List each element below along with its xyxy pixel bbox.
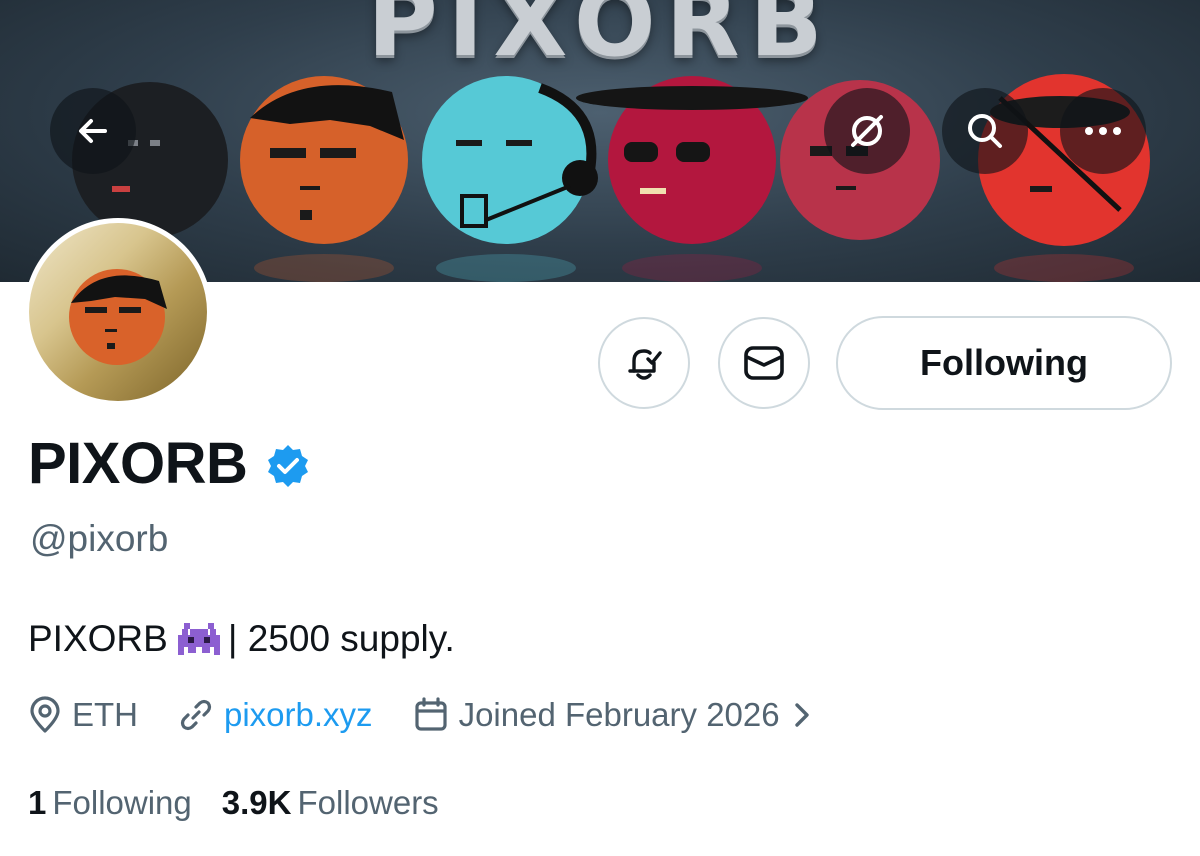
bio-text-prefix: PIXORB	[28, 618, 168, 659]
message-button[interactable]	[718, 317, 810, 409]
profile-meta-row: ETH pixorb.xyz Joined February 2026	[28, 696, 862, 734]
link-icon	[180, 699, 212, 731]
following-label: Following	[52, 784, 192, 821]
display-name: PIXORB	[28, 431, 248, 496]
chevron-right-icon	[794, 703, 809, 727]
followers-count: 3.9K	[221, 784, 292, 821]
alien-monster-emoji-icon	[177, 623, 220, 655]
followers-stat[interactable]: 3.9K Followers	[222, 784, 439, 822]
location-item: ETH	[28, 696, 138, 734]
website-item[interactable]: pixorb.xyz	[178, 696, 373, 734]
name-row: PIXORB	[28, 430, 311, 497]
location-pin-icon	[30, 696, 60, 733]
verified-badge-icon[interactable]	[265, 443, 311, 489]
profile-avatar[interactable]	[24, 218, 212, 406]
following-button[interactable]: Following	[836, 316, 1172, 410]
following-count: 1	[28, 784, 47, 821]
following-stat[interactable]: 1 Following	[28, 784, 192, 822]
joined-text: Joined February 2026	[458, 696, 780, 733]
joined-item[interactable]: Joined February 2026	[413, 696, 822, 734]
notifications-button[interactable]	[598, 317, 690, 409]
search-icon	[968, 114, 1002, 148]
avatar-image	[29, 223, 207, 401]
more-horizontal-icon	[1085, 127, 1121, 135]
back-button[interactable]	[50, 88, 136, 174]
envelope-icon	[744, 346, 784, 380]
grok-button[interactable]	[824, 88, 910, 174]
follow-stats: 1 Following 3.9K Followers	[28, 784, 469, 822]
search-button[interactable]	[942, 88, 1028, 174]
more-button[interactable]	[1060, 88, 1146, 174]
calendar-icon	[414, 697, 447, 731]
followers-label: Followers	[297, 784, 439, 821]
grok-icon	[851, 115, 883, 147]
website-link[interactable]: pixorb.xyz	[224, 696, 373, 734]
avatar-orb-artwork	[69, 269, 167, 365]
bell-check-icon	[628, 349, 662, 380]
arrow-left-icon	[79, 119, 107, 143]
profile-bio: PIXORB | 2500 supply.	[28, 618, 455, 660]
bio-text-suffix: | 2500 supply.	[227, 618, 455, 659]
user-handle: @pixorb	[30, 518, 169, 559]
location-text: ETH	[72, 696, 138, 733]
